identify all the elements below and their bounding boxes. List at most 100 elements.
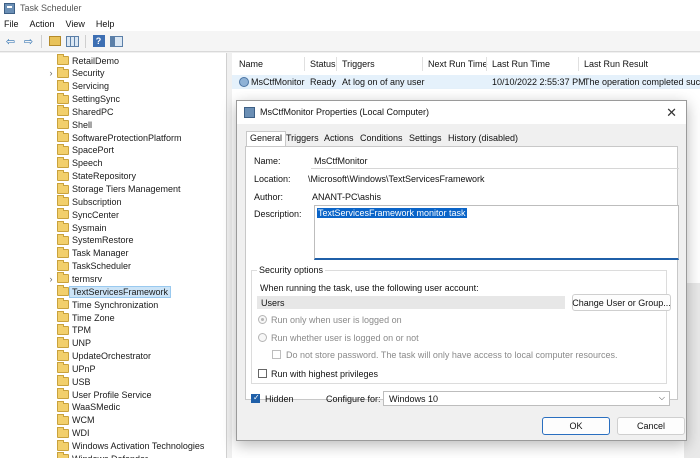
folder-icon — [57, 221, 69, 233]
column-header-status[interactable]: Status — [310, 59, 336, 69]
tree-item[interactable]: Time Synchronization — [0, 298, 226, 311]
tree-item[interactable]: UpdateOrchestrator — [0, 349, 226, 363]
menu-file[interactable]: File — [4, 19, 19, 29]
tree-item[interactable]: WCM — [0, 413, 226, 427]
folder-icon — [57, 298, 69, 310]
tree-item[interactable]: User Profile Service — [0, 388, 226, 401]
tree-item[interactable]: Windows Defender — [0, 452, 226, 458]
tab-conditions[interactable]: Conditions — [357, 132, 406, 146]
show-hide-console-tree-icon[interactable] — [65, 34, 80, 49]
ok-button[interactable]: OK — [542, 417, 610, 435]
description-textarea[interactable]: TextServicesFramework monitor task — [314, 205, 679, 260]
user-account-value: Users — [261, 298, 285, 308]
task-status: Ready — [310, 77, 337, 87]
help-icon[interactable]: ? — [91, 34, 106, 49]
folder-icon — [57, 426, 69, 438]
tree-item[interactable]: Task Manager — [0, 246, 226, 260]
tree-item[interactable]: › Security — [0, 66, 226, 80]
tree-item-label: UPnP — [72, 363, 96, 374]
folder-icon — [57, 259, 69, 271]
tree-item[interactable]: SettingSync — [0, 92, 226, 106]
close-icon[interactable]: ✕ — [666, 105, 677, 121]
tree-item[interactable]: Storage Tiers Management — [0, 182, 226, 196]
tree-item[interactable]: SystemRestore — [0, 233, 226, 247]
forward-arrow-icon[interactable]: ⇨ — [21, 34, 36, 49]
tab-actions[interactable]: Actions — [321, 132, 357, 146]
tree-item[interactable]: SyncCenter — [0, 208, 226, 221]
tree-item-label: Speech — [72, 158, 103, 169]
column-header-next-run[interactable]: Next Run Time — [428, 59, 488, 69]
tree-item[interactable]: RetailDemo — [0, 54, 226, 67]
tree-item-label: WCM — [72, 415, 95, 426]
up-folder-icon[interactable] — [47, 34, 62, 49]
column-header-name[interactable]: Name — [239, 59, 263, 69]
tree-item-label: TPM — [72, 325, 91, 336]
radio-logged-on[interactable] — [258, 315, 267, 324]
description-label: Description: — [254, 209, 302, 219]
tree-item[interactable]: UNP — [0, 336, 226, 350]
folder-icon — [57, 375, 69, 387]
no-store-password-checkbox[interactable] — [272, 350, 281, 359]
tree-item-label: Security — [72, 68, 105, 79]
cancel-button[interactable]: Cancel — [617, 417, 685, 435]
tab-history[interactable]: History (disabled) — [445, 132, 521, 146]
user-account-field: Users — [257, 296, 565, 309]
column-header-triggers[interactable]: Triggers — [342, 59, 375, 69]
tree-item[interactable]: TaskScheduler — [0, 259, 226, 273]
tree-item[interactable]: Shell — [0, 118, 226, 131]
tree-item[interactable]: Servicing — [0, 79, 226, 93]
tree-item[interactable]: TextServicesFramework — [0, 285, 226, 298]
show-hide-action-pane-icon[interactable] — [109, 34, 124, 49]
highest-privileges-checkbox[interactable] — [258, 369, 267, 378]
name-value[interactable]: MsCtfMonitor — [314, 156, 368, 166]
tree-item[interactable]: Time Zone — [0, 311, 226, 324]
tree-item[interactable]: WaaSMedic — [0, 400, 226, 414]
tree-item-label: UpdateOrchestrator — [72, 351, 152, 362]
chevron-right-icon[interactable]: › — [47, 68, 55, 78]
tree-item-label: SoftwareProtectionPlatform — [72, 132, 182, 143]
column-header-result[interactable]: Last Run Result — [584, 59, 648, 69]
tab-settings[interactable]: Settings — [406, 132, 445, 146]
tree-item[interactable]: StateRepository — [0, 169, 226, 183]
task-last-run: 10/10/2022 2:55:37 PM — [492, 77, 586, 87]
tree-item-label: USB — [72, 376, 91, 387]
menu-action[interactable]: Action — [30, 19, 55, 29]
tree-item[interactable]: Sysmain — [0, 221, 226, 234]
tree-item[interactable]: UPnP — [0, 362, 226, 375]
chevron-right-icon[interactable]: › — [47, 274, 55, 284]
task-row[interactable]: MsCtfMonitor Ready At log on of any user… — [232, 75, 700, 89]
tree-item[interactable]: USB — [0, 375, 226, 388]
folder-icon — [57, 285, 69, 297]
folder-icon — [57, 400, 69, 412]
folder-icon — [57, 439, 69, 451]
tree-item-label: SettingSync — [72, 94, 121, 105]
tab-general[interactable]: General — [246, 131, 287, 146]
menu-view[interactable]: View — [66, 19, 85, 29]
tab-triggers[interactable]: Triggers — [283, 132, 322, 146]
tree-item[interactable]: SoftwareProtectionPlatform — [0, 131, 226, 144]
radio-whether-logged-on[interactable] — [258, 333, 267, 342]
folder-icon — [57, 388, 69, 400]
tree-item[interactable]: SharedPC — [0, 105, 226, 118]
tree-item[interactable]: Subscription — [0, 195, 226, 208]
tree-item[interactable]: › termsrv — [0, 272, 226, 285]
hidden-checkbox[interactable] — [251, 393, 260, 403]
tree-item[interactable]: WDI — [0, 426, 226, 440]
task-name: MsCtfMonitor — [251, 77, 305, 87]
configure-for-dropdown[interactable]: Windows 10 ⌵ — [383, 391, 670, 406]
tree-item[interactable]: Windows Activation Technologies — [0, 439, 226, 453]
column-header-last-run[interactable]: Last Run Time — [492, 59, 550, 69]
back-arrow-icon[interactable]: ⇦ — [3, 34, 18, 49]
name-label: Name: — [254, 156, 281, 166]
tree-item[interactable]: SpacePort — [0, 143, 226, 157]
folder-icon — [57, 349, 69, 361]
tree-item-label: WDI — [72, 428, 90, 439]
tree-item[interactable]: TPM — [0, 323, 226, 337]
change-user-button[interactable]: Change User or Group... — [572, 294, 671, 311]
menu-help[interactable]: Help — [96, 19, 115, 29]
tree-item-label: SpacePort — [72, 145, 115, 156]
author-label: Author: — [254, 192, 284, 202]
tree-item[interactable]: Speech — [0, 156, 226, 170]
name-underline — [311, 168, 679, 169]
column-divider — [486, 57, 487, 71]
